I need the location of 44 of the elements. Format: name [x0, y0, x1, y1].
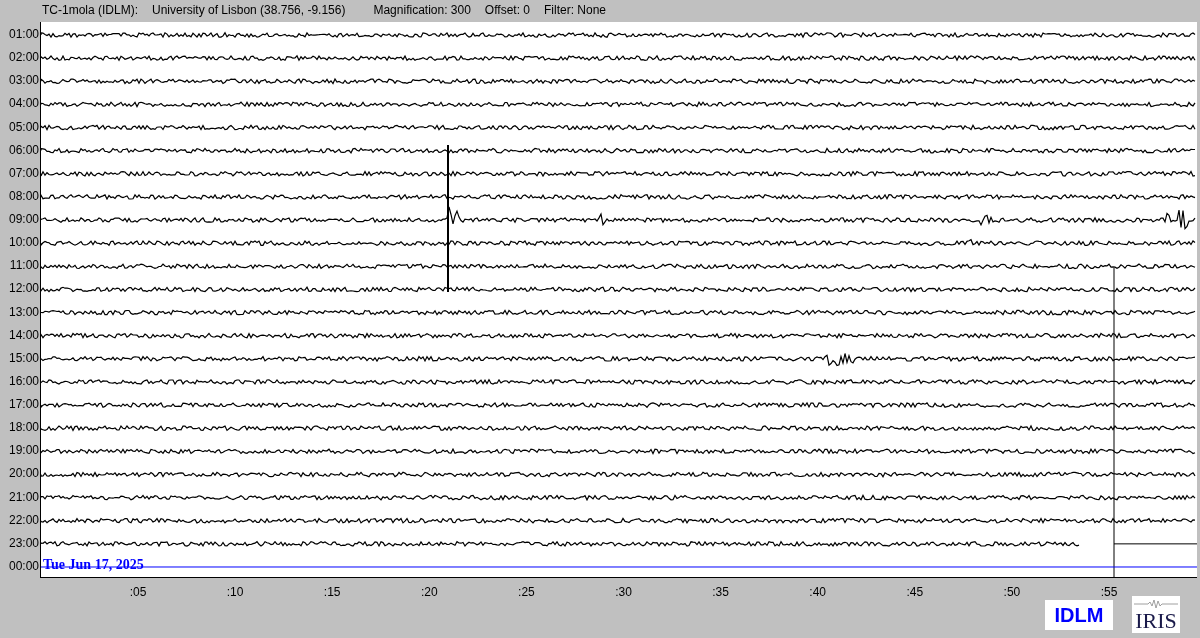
station-label: TC-1mola (IDLM):	[42, 2, 138, 19]
minute-tick-label: :25	[518, 585, 535, 599]
magnification-label: Magnification: 300	[373, 2, 471, 19]
hour-label: 15:00	[8, 349, 40, 367]
location-label: University of Lisbon (38.756, -9.156)	[152, 2, 346, 19]
hour-label: 21:00	[8, 488, 40, 506]
minute-tick-label: :05	[129, 585, 147, 599]
date-label: Tue Jun 17, 2025	[43, 557, 144, 573]
hour-label: 17:00	[8, 396, 40, 413]
minute-tick-label: :20	[420, 585, 438, 599]
network-logo: IDLM	[1054, 605, 1104, 625]
hour-label: 08:00	[8, 187, 40, 205]
hour-label: 03:00	[8, 72, 40, 90]
hour-label: 22:00	[8, 511, 40, 529]
hour-label: 11:00	[9, 257, 40, 275]
hour-label: 12:00	[8, 280, 40, 298]
hour-label: 13:00	[8, 303, 40, 321]
minute-tick-label: :55	[1100, 585, 1118, 599]
minute-tick-label: :40	[809, 585, 827, 599]
minute-tick-label: :50	[1003, 585, 1021, 599]
filter-label: Filter: None	[544, 2, 607, 19]
hour-label: 02:00	[8, 49, 40, 67]
minute-tick-label: :35	[712, 585, 729, 599]
offset-label: Offset: 0	[484, 2, 530, 19]
hour-label: 04:00	[8, 95, 40, 113]
hour-label: 16:00	[8, 372, 40, 390]
hour-label: 23:00	[8, 534, 40, 552]
minute-tick-label: :45	[906, 585, 924, 599]
hour-label: 09:00	[8, 211, 40, 228]
hour-label: 10:00	[8, 234, 40, 252]
hour-label: 05:00	[8, 118, 40, 136]
minute-tick-label: :15	[323, 585, 341, 599]
hour-label: 18:00	[8, 419, 40, 437]
hour-label: 07:00	[8, 164, 40, 182]
hour-label: 20:00	[8, 465, 40, 483]
hour-label: 19:00	[8, 442, 40, 460]
waveform-icon	[1134, 599, 1178, 609]
hour-label: 06:00	[8, 141, 40, 159]
iris-logo: IRIS	[1132, 596, 1180, 633]
minute-tick-label: :10	[226, 585, 244, 599]
minute-tick-label: :30	[615, 585, 632, 599]
hour-label: 00:00	[8, 557, 40, 575]
hour-label: 01:00	[8, 26, 40, 43]
hour-label: 14:00	[8, 326, 40, 344]
